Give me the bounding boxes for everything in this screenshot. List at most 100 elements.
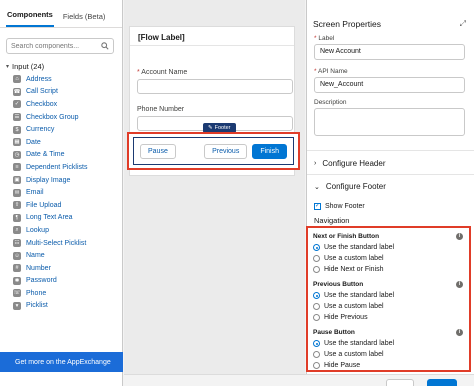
appexchange-link[interactable]: Get more on the AppExchange [0, 352, 123, 372]
display-image-icon: ▣ [13, 176, 21, 185]
component-item[interactable]: ✓ Checkbox [13, 98, 122, 111]
flow-canvas: [Flow Label] * Account Name Phone Number… [124, 0, 305, 386]
component-item[interactable]: ⌂ Address [13, 73, 122, 86]
component-item[interactable]: # Number [13, 262, 122, 275]
component-item-label: Email [26, 189, 44, 197]
radio-label: Use the standard label [324, 244, 395, 251]
divider [307, 174, 474, 175]
radio-selected-icon [313, 340, 320, 347]
component-item[interactable]: ≡ Dependent Picklists [13, 161, 122, 174]
multi-select-picklist-icon: ☷ [13, 239, 21, 248]
components-panel: Components Fields (Beta) ▾ Input (24) ⌂ A… [0, 0, 123, 386]
address-icon: ⌂ [13, 75, 21, 84]
tab-components[interactable]: Components [6, 10, 54, 27]
component-item[interactable]: ☏ Phone [13, 287, 122, 300]
screen-footer[interactable]: Pause Previous Finish [133, 137, 294, 165]
component-item[interactable]: ¶ Long Text Area [13, 212, 122, 225]
nav-radio-option[interactable]: Use a custom label [313, 351, 384, 358]
account-name-label: * Account Name [137, 69, 188, 76]
radio-label: Hide Previous [324, 314, 368, 321]
footer-highlight: Pause Previous Finish [127, 132, 300, 170]
component-item-label: File Upload [26, 201, 62, 209]
long-text-area-icon: ¶ [13, 213, 21, 222]
radio-icon [313, 303, 320, 310]
show-footer-checkbox[interactable]: ✓ Show Footer [314, 203, 365, 210]
nav-radio-option[interactable]: Use the standard label [313, 244, 394, 251]
lookup-icon: ⌕ [13, 226, 21, 235]
date-icon: ▦ [13, 138, 21, 147]
info-icon[interactable]: i [456, 281, 463, 288]
component-item[interactable]: ☎ Call Script [13, 86, 122, 99]
info-icon[interactable]: i [456, 329, 463, 336]
component-item[interactable]: ▾ Picklist [13, 300, 122, 313]
api-name-input[interactable]: New_Account [314, 77, 465, 93]
api-name-label: * API Name [314, 68, 348, 75]
component-item-label: Name [26, 252, 45, 260]
radio-selected-icon [313, 292, 320, 299]
cancel-button[interactable] [386, 379, 414, 386]
flow-label: [Flow Label] [130, 27, 294, 46]
search-icon [101, 42, 109, 50]
search-box[interactable] [6, 38, 114, 54]
description-textarea[interactable] [314, 108, 465, 136]
nav-radio-option[interactable]: Hide Next or Finish [313, 266, 384, 273]
component-item[interactable]: ☰ Checkbox Group [13, 111, 122, 124]
done-button[interactable] [427, 379, 457, 386]
radio-icon [313, 362, 320, 369]
panel-tabs: Components Fields (Beta) [0, 0, 122, 28]
component-item[interactable]: $ Currency [13, 123, 122, 136]
pause-button[interactable]: Pause [140, 143, 176, 159]
phone-icon: ☏ [13, 289, 21, 298]
component-item-label: Date & Time [26, 151, 65, 159]
component-item[interactable]: ☺ Name [13, 249, 122, 262]
radio-label: Hide Next or Finish [324, 266, 384, 273]
radio-label: Use the standard label [324, 292, 395, 299]
nav-radio-option[interactable]: Hide Pause [313, 362, 360, 369]
component-item[interactable]: ◷ Date & Time [13, 149, 122, 162]
configure-header-section[interactable]: › Configure Header [314, 159, 386, 168]
component-item[interactable]: ✉ Email [13, 186, 122, 199]
checkmark-icon: ✓ [314, 203, 321, 210]
previous-button[interactable]: Previous [204, 143, 248, 159]
component-item[interactable]: ⇧ File Upload [13, 199, 122, 212]
section-label: Input (24) [12, 62, 45, 71]
chevron-down-icon: ▾ [6, 64, 10, 70]
email-icon: ✉ [13, 188, 21, 197]
label-field-label: * Label [314, 35, 335, 42]
nav-radio-option[interactable]: Use the standard label [313, 292, 394, 299]
component-item-label: Checkbox [26, 100, 58, 108]
panel-title: Screen Properties [313, 19, 382, 29]
nav-radio-option[interactable]: Use a custom label [313, 255, 384, 262]
nav-radio-option[interactable]: Hide Previous [313, 314, 368, 321]
component-item[interactable]: ▣ Display Image [13, 174, 122, 187]
tab-fields-beta[interactable]: Fields (Beta) [62, 12, 107, 27]
footer-icon: ✎ [208, 125, 213, 131]
component-item[interactable]: ▦ Date [13, 136, 122, 149]
expand-icon[interactable]: ⤢ [460, 19, 466, 29]
checkbox-icon: ✓ [13, 100, 21, 109]
radio-icon [313, 351, 320, 358]
section-input[interactable]: ▾ Input (24) [0, 60, 122, 73]
search-input[interactable] [11, 42, 97, 50]
configure-footer-section[interactable]: ⌄ Configure Footer [314, 182, 386, 191]
checkbox-group-icon: ☰ [13, 113, 21, 122]
radio-label: Use a custom label [324, 255, 384, 262]
component-item-label: Currency [26, 126, 55, 134]
radio-label: Use a custom label [324, 303, 384, 310]
file-upload-icon: ⇧ [13, 201, 21, 210]
account-name-field[interactable] [137, 79, 293, 94]
component-item-label: Picklist [26, 302, 48, 310]
info-icon[interactable]: i [456, 233, 463, 240]
component-item-label: Phone [26, 289, 47, 297]
nav-radio-option[interactable]: Use the standard label [313, 340, 394, 347]
nav-group-title: Next or Finish Button [313, 233, 380, 240]
nav-group-title: Pause Button [313, 329, 355, 336]
nav-radio-option[interactable]: Use a custom label [313, 303, 384, 310]
component-item[interactable]: ✱ Password [13, 275, 122, 288]
component-item[interactable]: ⌕ Lookup [13, 224, 122, 237]
finish-button[interactable]: Finish [252, 143, 287, 159]
component-item[interactable]: ☷ Multi-Select Picklist [13, 237, 122, 250]
description-label: Description [314, 99, 347, 106]
label-input[interactable]: New Account [314, 44, 465, 60]
call-script-icon: ☎ [13, 87, 21, 96]
